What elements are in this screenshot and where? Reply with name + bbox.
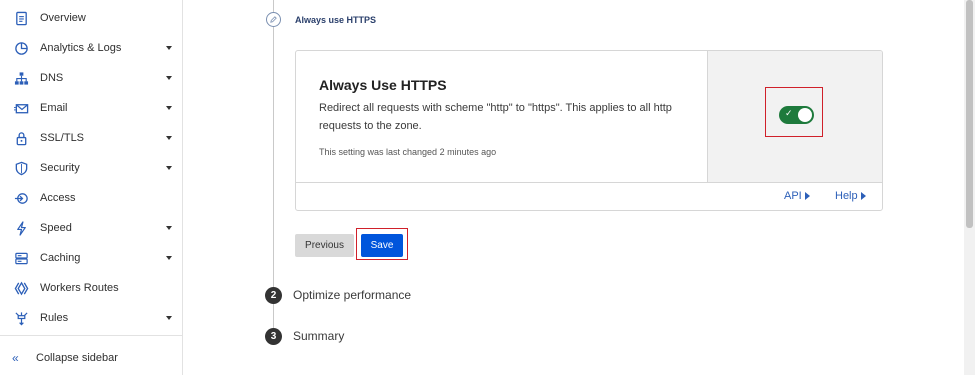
card-divider <box>296 182 882 183</box>
sidebar-item-analytics[interactable]: Analytics & Logs <box>0 33 183 63</box>
access-icon <box>13 190 29 206</box>
setting-card-body: Always Use HTTPS Redirect all requests w… <box>296 51 707 182</box>
scrollbar-thumb[interactable] <box>966 0 973 228</box>
step-connector <box>273 0 274 12</box>
sidebar-item-label: Rules <box>40 312 69 324</box>
chevron-down-icon <box>166 226 172 230</box>
check-icon: ✓ <box>785 108 793 118</box>
sidebar-item-rules[interactable]: Rules <box>0 303 183 333</box>
collapse-sidebar-button[interactable]: « Collapse sidebar <box>0 344 183 372</box>
sidebar-item-ssl-tls[interactable]: SSL/TLS <box>0 123 183 153</box>
sidebar-item-label: Access <box>40 192 76 204</box>
chevron-down-icon <box>166 106 172 110</box>
setting-description: Redirect all requests with scheme "http"… <box>319 102 672 132</box>
sidebar-item-email[interactable]: Email <box>0 93 183 123</box>
network-icon <box>13 70 29 86</box>
lock-icon <box>13 130 29 146</box>
sidebar-item-dns[interactable]: DNS <box>0 63 183 93</box>
sidebar-item-label: Caching <box>40 252 81 264</box>
main-content: Always use HTTPS Always Use HTTPS Redire… <box>184 0 964 375</box>
step-connector <box>273 304 274 328</box>
sidebar-item-label: DNS <box>40 72 64 84</box>
setting-control-panel: ✓ <box>707 51 882 182</box>
sidebar-item-speed[interactable]: Speed <box>0 213 183 243</box>
sidebar-item-label: Security <box>40 162 80 174</box>
workers-icon <box>13 280 29 296</box>
sidebar-item-label: Email <box>40 102 68 114</box>
step-3-label[interactable]: Summary <box>293 329 344 343</box>
chevron-down-icon <box>166 76 172 80</box>
chart-pie-icon <box>13 40 29 56</box>
shield-icon <box>13 160 29 176</box>
chevron-down-icon <box>166 256 172 260</box>
sidebar-item-label: Analytics & Logs <box>40 42 122 54</box>
sidebar: Overview Analytics & Logs DNS Email SSL/… <box>0 0 183 375</box>
step-3-number: 3 <box>265 328 282 345</box>
sidebar-item-label: Workers Routes <box>40 282 119 294</box>
api-link[interactable]: API <box>784 190 810 202</box>
vertical-scrollbar[interactable] <box>964 0 975 375</box>
server-icon <box>13 250 29 266</box>
sidebar-item-caching[interactable]: Caching <box>0 243 183 273</box>
sidebar-item-label: Speed <box>40 222 72 234</box>
always-use-https-toggle[interactable]: ✓ <box>779 106 814 124</box>
sidebar-item-overview[interactable]: Overview <box>0 3 183 33</box>
rules-icon <box>13 310 29 326</box>
sidebar-item-label: SSL/TLS <box>40 132 85 144</box>
step-2-label[interactable]: Optimize performance <box>293 288 411 302</box>
document-icon <box>13 10 29 26</box>
api-link-label: API <box>784 190 802 202</box>
double-chevron-left-icon: « <box>12 351 19 365</box>
chevron-down-icon <box>166 136 172 140</box>
help-link-label: Help <box>835 190 858 202</box>
collapse-sidebar-label: Collapse sidebar <box>36 352 118 364</box>
sidebar-divider <box>0 335 183 336</box>
step-connector <box>273 27 274 287</box>
step-1-title: Always use HTTPS <box>295 15 377 25</box>
setting-title: Always Use HTTPS <box>319 77 447 93</box>
previous-button[interactable]: Previous <box>295 234 354 257</box>
sidebar-item-workers-routes[interactable]: Workers Routes <box>0 273 183 303</box>
email-icon <box>13 100 29 116</box>
sidebar-item-label: Overview <box>40 12 86 24</box>
chevron-down-icon <box>166 166 172 170</box>
sidebar-item-security[interactable]: Security <box>0 153 183 183</box>
setting-last-changed: This setting was last changed 2 minutes … <box>319 147 497 157</box>
pencil-icon <box>270 16 277 23</box>
caret-right-icon <box>804 192 810 200</box>
step-2-number: 2 <box>265 287 282 304</box>
lightning-icon <box>13 220 29 236</box>
save-button[interactable]: Save <box>361 234 403 257</box>
caret-right-icon <box>860 192 866 200</box>
setting-card: Always Use HTTPS Redirect all requests w… <box>295 50 883 211</box>
help-link[interactable]: Help <box>835 190 866 202</box>
app-root: Overview Analytics & Logs DNS Email SSL/… <box>0 0 975 375</box>
chevron-down-icon <box>166 46 172 50</box>
sidebar-item-access[interactable]: Access <box>0 183 183 213</box>
step-1-indicator <box>266 12 281 27</box>
toggle-knob <box>798 108 812 122</box>
chevron-down-icon <box>166 316 172 320</box>
